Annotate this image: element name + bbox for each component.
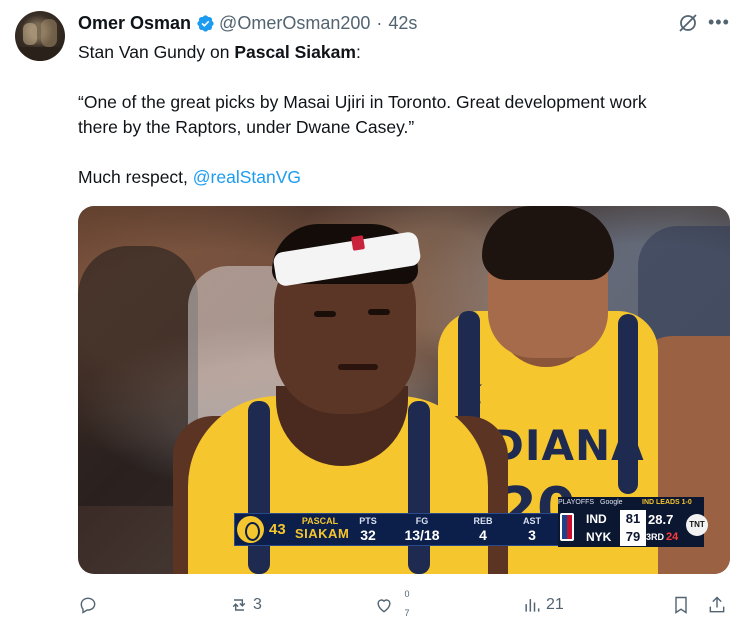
retweet-icon: [232, 599, 246, 611]
quote-line-2: there by the Raptors, under Dwane Casey.…: [78, 117, 415, 137]
respect-line: Much respect, @realStanVG: [78, 165, 301, 190]
tnt-logo-icon: TNT: [686, 514, 708, 536]
verified-badge-icon: [197, 14, 214, 32]
quote-line-1: “One of the great picks by Masai Ujiri i…: [78, 92, 647, 112]
team-score: 81: [620, 510, 646, 528]
stat-value: 3: [528, 527, 536, 543]
mention-link[interactable]: @realStanVG: [193, 167, 301, 187]
author-handle[interactable]: @OmerOsman200: [219, 13, 370, 34]
bookmark-button[interactable]: [671, 588, 691, 622]
jersey-trim: [248, 401, 270, 574]
grok-icon[interactable]: [676, 11, 700, 35]
stat-value: 32: [360, 527, 376, 543]
line1-prefix: Stan Van Gundy on: [78, 42, 235, 62]
views-count: 21: [546, 596, 564, 613]
jersey-text: DIANA: [489, 421, 645, 470]
like-count-bottom: 7: [404, 608, 410, 618]
line1-bold: Pascal Siakam: [234, 42, 356, 62]
pacers-logo-icon: [237, 516, 264, 543]
retweet-count: 3: [253, 596, 262, 613]
scoreboard-header: PLAYOFFS Google IND LEADS 1-0: [558, 497, 704, 509]
player-eye: [368, 309, 390, 315]
quarter-info: 3RD 24: [646, 531, 678, 543]
player-hair: [482, 206, 614, 280]
media-image[interactable]: DIANA 20 43 PASCAL SIAKAM PTS 32 FG 13/1…: [78, 206, 730, 574]
quarter-label: 3RD: [646, 532, 665, 542]
stat-value: 4: [479, 527, 487, 543]
like-count: 0 7: [402, 590, 412, 618]
stat-label: FG: [415, 516, 429, 526]
share-button[interactable]: [707, 588, 727, 622]
series-status: IND LEADS 1-0: [642, 499, 692, 506]
like-button[interactable]: [374, 588, 394, 622]
reply-button[interactable]: [78, 588, 102, 622]
bookmark-icon: [675, 596, 687, 614]
player-eye: [314, 311, 336, 317]
tweet-line-1: Stan Van Gundy on Pascal Siakam:: [78, 40, 361, 65]
player-number: 43: [269, 521, 286, 538]
player-last-name: SIAKAM: [295, 526, 350, 541]
nba-logo-icon: [560, 513, 574, 541]
reply-icon: [80, 597, 96, 614]
like-count-top: 0: [404, 589, 410, 599]
game-scoreboard: PLAYOFFS Google IND LEADS 1-0 IND 81 NYK…: [558, 497, 708, 547]
heart-icon: [377, 599, 391, 613]
sponsor-label: Google: [600, 499, 623, 506]
separator-dot: ·: [376, 12, 383, 33]
views-button[interactable]: 21: [522, 588, 564, 622]
player-name: PASCAL SIAKAM: [295, 516, 350, 541]
respect-prefix: Much respect,: [78, 167, 193, 187]
stat-pts: PTS 32: [353, 516, 383, 543]
timestamp[interactable]: 42s: [388, 13, 417, 34]
stat-reb: REB 4: [468, 516, 498, 543]
stat-ast: AST 3: [517, 516, 547, 543]
stat-fg: FG 13/18: [397, 516, 447, 543]
author-name[interactable]: Omer Osman: [78, 13, 191, 34]
nba-logo-icon: [350, 235, 366, 251]
avatar[interactable]: [15, 11, 65, 61]
shot-clock: 24: [666, 531, 679, 543]
player-mouth: [338, 364, 378, 370]
jumpman-logo-icon: [467, 378, 482, 404]
views-icon: [525, 599, 540, 612]
jersey-trim: [408, 401, 430, 574]
line1-suffix: :: [355, 42, 361, 62]
more-options-icon[interactable]: •••: [708, 13, 730, 31]
stat-label: REB: [473, 516, 493, 526]
stat-label: PTS: [359, 516, 377, 526]
team-name: IND: [586, 512, 607, 526]
stat-value: 13/18: [404, 527, 440, 543]
stat-label: AST: [523, 516, 541, 526]
share-icon: [709, 596, 725, 613]
team-name: NYK: [586, 530, 612, 544]
playoffs-label: PLAYOFFS: [558, 499, 595, 506]
team-score: 79: [620, 528, 646, 546]
action-bar: 3 21: [0, 588, 752, 622]
tweet-header: Omer Osman @OmerOsman200 · 42s: [78, 12, 417, 34]
retweet-button[interactable]: 3: [229, 588, 262, 622]
game-clock: 28.7: [648, 512, 674, 527]
